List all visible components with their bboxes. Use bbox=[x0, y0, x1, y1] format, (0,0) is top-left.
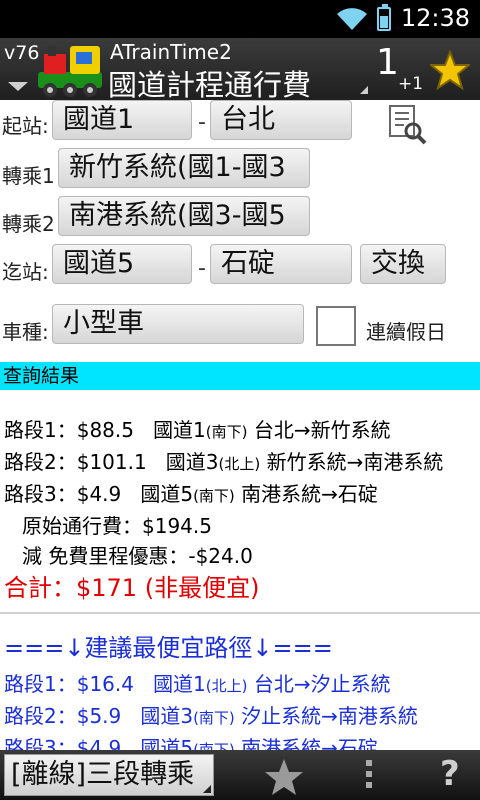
menu-dots-icon[interactable] bbox=[366, 760, 372, 793]
transfer1-label: 轉乘1 bbox=[2, 164, 55, 188]
start-road-select[interactable]: 國道1 bbox=[52, 100, 192, 140]
version-dropdown-caret-icon[interactable] bbox=[8, 82, 28, 91]
divider bbox=[0, 612, 480, 614]
suggest-seg1: 路段1：$16.4 國道1(北上) 台北→汐止系統 bbox=[4, 672, 391, 696]
result-seg2: 路段2：$101.1 國道3(北上) 新竹系統→南港系統 bbox=[4, 450, 444, 474]
action-bar: v76 ATrainTime2 國道計程通行費 1 +1 bbox=[0, 38, 480, 102]
result-seg1: 路段1：$88.5 國道1(南下) 台北→新竹系統 bbox=[4, 418, 391, 442]
wifi-icon bbox=[337, 8, 367, 31]
status-bar: 12:38 bbox=[0, 0, 480, 38]
total: 合計：$171 (非最便宜) bbox=[4, 574, 260, 602]
discount: 減 免費里程優惠：-$24.0 bbox=[22, 544, 253, 568]
vehicle-select[interactable]: 小型車 bbox=[52, 304, 304, 344]
mode-button[interactable]: [離線]三段轉乘 bbox=[4, 754, 214, 796]
result-seg3: 路段3：$4.9 國道5(南下) 南港系統→石碇 bbox=[4, 482, 378, 506]
favorite-plus[interactable]: +1 bbox=[398, 74, 423, 94]
mode-dropdown-corner-icon bbox=[203, 785, 211, 793]
start-dash: - bbox=[198, 110, 206, 135]
mode-label: [離線]三段轉乘 bbox=[11, 759, 195, 790]
holiday-checkbox[interactable] bbox=[316, 306, 356, 346]
vehicle-label: 車種: bbox=[2, 320, 49, 344]
transfer2-select[interactable]: 南港系統(國3-國5 bbox=[58, 196, 310, 236]
star-icon[interactable] bbox=[264, 758, 304, 796]
status-time: 12:38 bbox=[400, 4, 470, 32]
end-station-select[interactable]: 石碇 bbox=[210, 244, 352, 284]
start-label: 起站: bbox=[2, 114, 49, 138]
original-fee: 原始通行費：$194.5 bbox=[22, 514, 212, 538]
favorite-count[interactable]: 1 bbox=[376, 42, 399, 83]
search-list-icon[interactable] bbox=[388, 104, 428, 146]
title-dropdown-corner-icon bbox=[360, 86, 368, 94]
suggest-header: ===↓建議最便宜路徑↓=== bbox=[4, 634, 333, 662]
start-station-select[interactable]: 台北 bbox=[210, 100, 352, 140]
result-header: 查詢結果 bbox=[0, 362, 480, 390]
end-road-select[interactable]: 國道5 bbox=[52, 244, 192, 284]
battery-icon bbox=[377, 4, 391, 31]
suggest-seg2: 路段2：$5.9 國道3(南下) 汐止系統→南港系統 bbox=[4, 704, 418, 728]
bottom-bar: [離線]三段轉乘 ? bbox=[0, 750, 480, 800]
train-logo-icon[interactable] bbox=[36, 42, 108, 98]
page-title[interactable]: 國道計程通行費 bbox=[108, 62, 311, 104]
help-icon[interactable]: ? bbox=[440, 754, 460, 794]
star-icon[interactable] bbox=[430, 50, 470, 90]
end-label: 迄站: bbox=[2, 260, 49, 284]
transfer2-label: 轉乘2 bbox=[2, 212, 55, 236]
swap-button[interactable]: 交換 bbox=[360, 244, 446, 284]
transfer1-select[interactable]: 新竹系統(國1-國3 bbox=[58, 148, 310, 188]
holiday-label: 連續假日 bbox=[366, 320, 446, 344]
version-label: v76 bbox=[4, 42, 40, 64]
app-name: ATrainTime2 bbox=[110, 40, 232, 64]
end-dash: - bbox=[198, 256, 206, 281]
